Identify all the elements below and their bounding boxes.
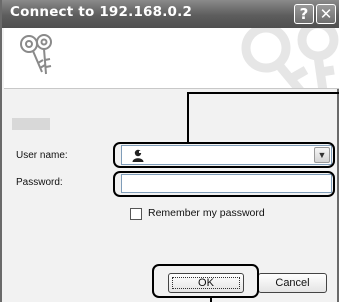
banner-divider [4,88,339,89]
password-callout [113,171,335,197]
password-label: Password: [16,177,63,188]
user-name-callout [113,142,335,168]
window-title: Connect to 192.168.0.2 [10,4,193,20]
remember-password-label[interactable]: Remember my password [148,207,265,219]
banner [4,28,339,88]
keys-watermark-icon [241,28,339,88]
close-button[interactable]: ✕ [316,4,336,24]
title-bar[interactable]: Connect to 192.168.0.2 ? ✕ [2,0,339,28]
leader-line [187,92,189,144]
redacted-label [12,118,50,130]
ok-callout [152,264,259,298]
remember-password-checkbox[interactable] [130,208,142,220]
cancel-button[interactable]: Cancel [258,273,327,293]
help-button[interactable]: ? [294,4,314,24]
leader-line [187,92,339,94]
user-name-label: User name: [16,150,68,161]
keys-icon [20,34,52,75]
leader-line [210,296,212,302]
